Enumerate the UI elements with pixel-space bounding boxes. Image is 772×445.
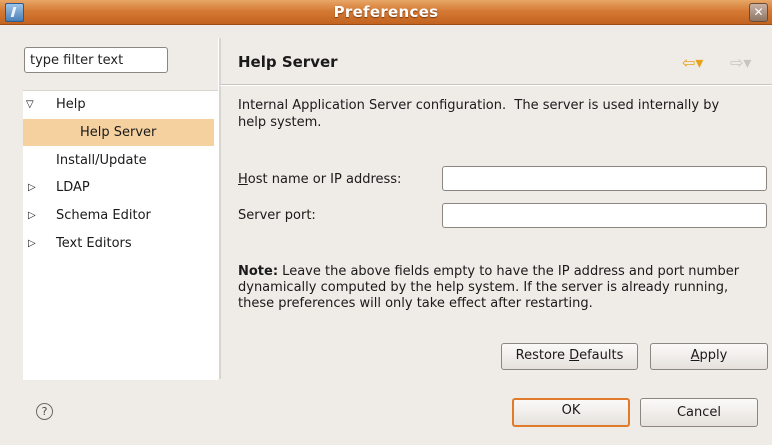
restore-defaults-suffix: efaults <box>579 348 624 363</box>
ok-button[interactable]: OK <box>512 398 630 427</box>
tree-item-label: Install/Update <box>56 153 147 168</box>
page-title: Help Server <box>238 53 338 71</box>
collapsed-arrow-icon[interactable]: ▷ <box>28 230 36 257</box>
title-bar[interactable]: Preferences ✕ <box>0 0 772 25</box>
back-arrow-icon[interactable]: ⇦▾ <box>682 55 703 71</box>
tree-item-install-update[interactable]: Install/Update <box>23 147 214 174</box>
collapsed-arrow-icon[interactable]: ▷ <box>28 202 36 229</box>
tree-item-text-editors[interactable]: ▷ Text Editors <box>23 230 214 257</box>
host-label: Host name or IP address: <box>238 172 401 187</box>
port-input[interactable] <box>442 203 767 228</box>
tree-item-help-server[interactable]: Help Server <box>23 119 214 146</box>
restore-defaults-mnemonic: D <box>569 348 580 363</box>
tree-item-label: Schema Editor <box>56 208 151 223</box>
panel-divider[interactable] <box>218 38 221 379</box>
note-bold: Note: <box>238 264 279 279</box>
restore-defaults-button[interactable]: Restore Defaults <box>501 343 638 370</box>
cancel-button[interactable]: Cancel <box>640 398 758 427</box>
apply-button[interactable]: Apply <box>650 343 768 370</box>
apply-suffix: pply <box>699 348 728 363</box>
host-input[interactable] <box>442 166 767 191</box>
tree-item-label: Help Server <box>80 125 157 140</box>
collapsed-arrow-icon[interactable]: ▷ <box>28 174 36 201</box>
tree-item-schema-editor[interactable]: ▷ Schema Editor <box>23 202 214 229</box>
window-title: Preferences <box>333 3 439 21</box>
note-text: Note: Leave the above fields empty to ha… <box>238 264 758 312</box>
filter-input[interactable] <box>24 47 168 73</box>
port-label: Server port: <box>238 208 316 223</box>
tree-item-ldap[interactable]: ▷ LDAP <box>23 174 214 201</box>
apply-mnemonic: A <box>690 348 700 363</box>
preferences-dialog: Preferences ✕ ▽ Help Help Server Install… <box>0 0 772 445</box>
forward-arrow-icon: ⇨▾ <box>730 53 752 72</box>
close-button[interactable]: ✕ <box>749 3 768 22</box>
tree-item-help[interactable]: ▽ Help <box>23 91 214 118</box>
page-description: Internal Application Server configuratio… <box>238 98 724 130</box>
tree-item-label: Text Editors <box>56 236 132 251</box>
tree-item-label: LDAP <box>56 180 90 195</box>
tree-item-label: Help <box>56 97 86 112</box>
preference-tree: ▽ Help Help Server Install/Update ▷ LDAP… <box>23 90 218 380</box>
title-separator <box>220 84 772 86</box>
restore-defaults-prefix: Restore <box>515 348 570 363</box>
host-label-mnemonic: H <box>238 172 248 187</box>
host-label-text: ost name or IP address: <box>247 172 402 187</box>
help-icon[interactable]: ? <box>36 403 53 420</box>
expanded-arrow-icon[interactable]: ▽ <box>26 91 34 118</box>
note-body: Leave the above fields empty to have the… <box>238 264 740 311</box>
